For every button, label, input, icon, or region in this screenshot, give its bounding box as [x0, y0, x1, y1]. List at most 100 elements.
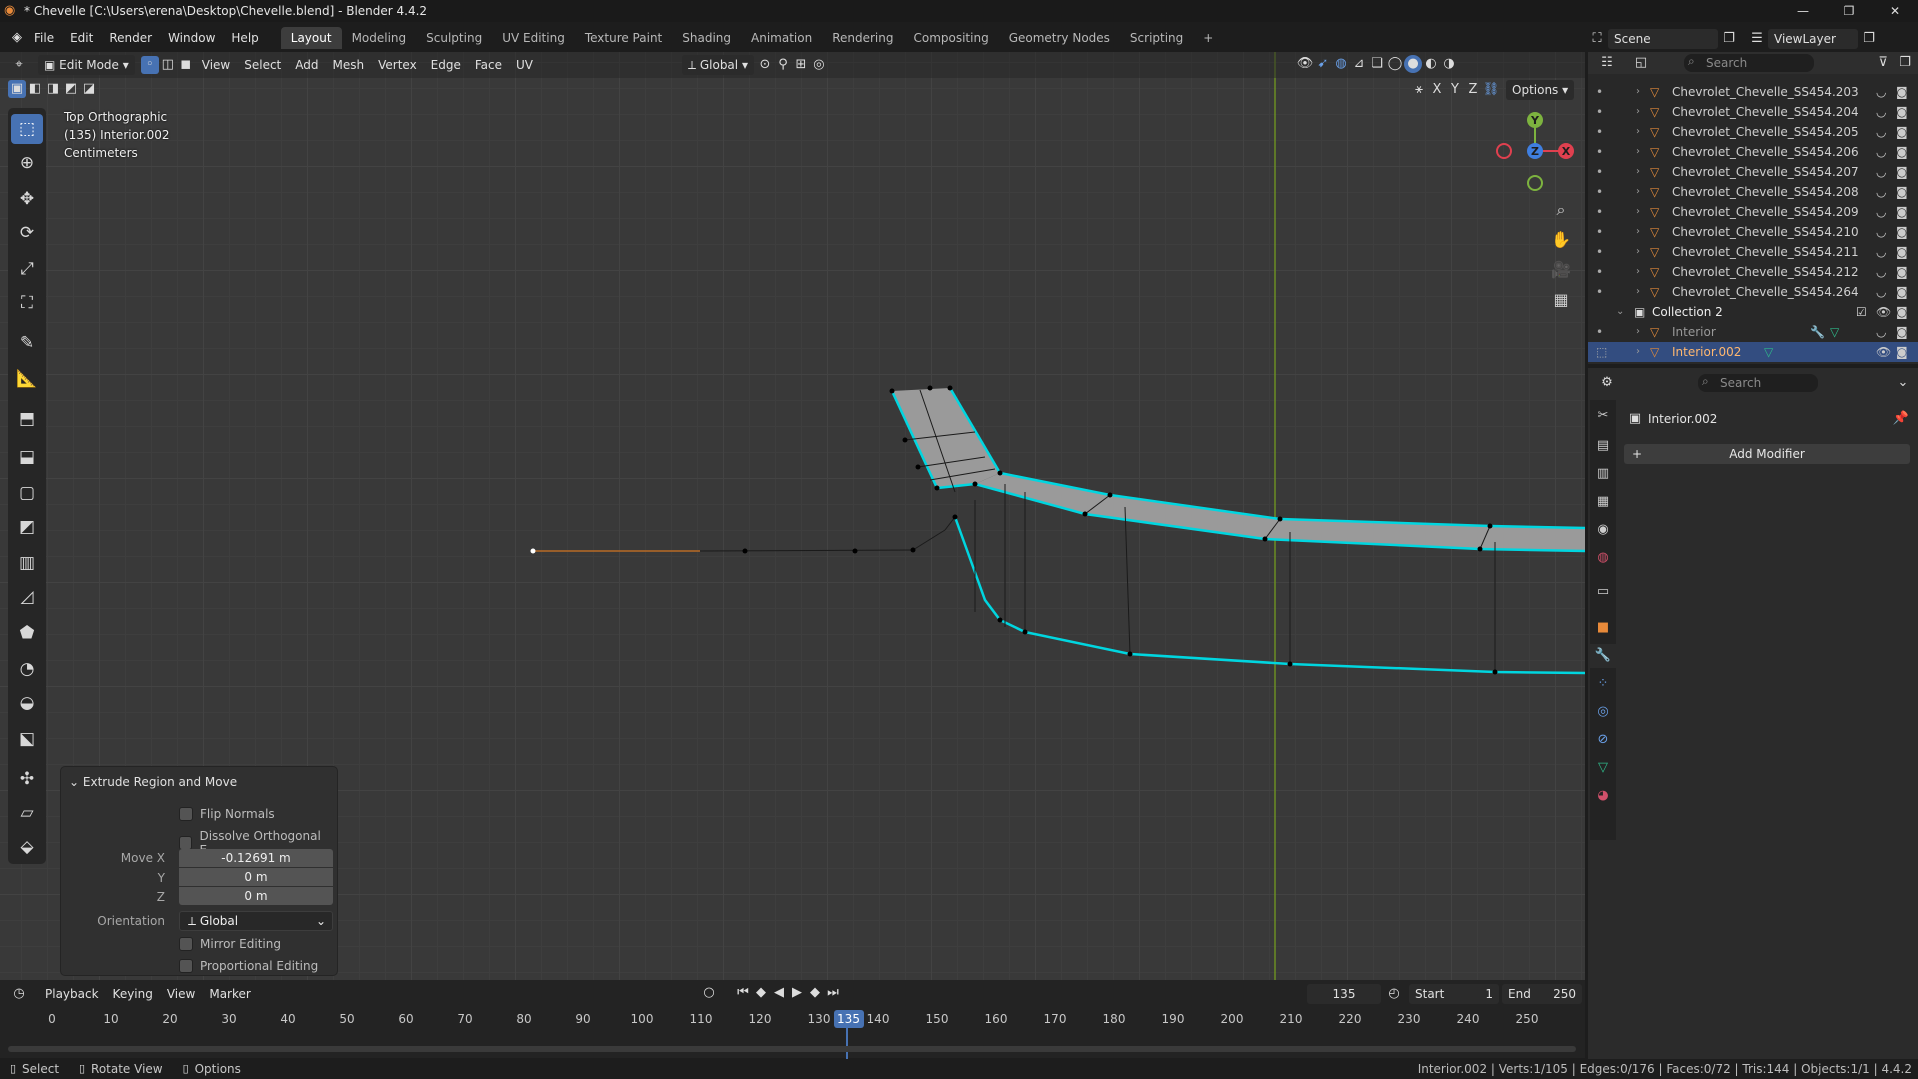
eye-icon[interactable]: ◡ — [1876, 322, 1886, 342]
select-extend-icon[interactable]: ◧ — [26, 80, 44, 98]
eye-icon[interactable]: ◡ — [1876, 222, 1886, 242]
outliner-item[interactable]: • › ▽ Chevrolet_Chevelle_SS454.206 ◡ ◙ — [1588, 142, 1918, 162]
snap-target-icon[interactable]: ⊞ — [792, 56, 810, 74]
workspace-tab-geometry-nodes[interactable]: Geometry Nodes — [999, 27, 1120, 49]
edge-slide-tool-icon[interactable]: ⬕ — [11, 724, 43, 754]
rotate-tool-icon[interactable]: ⟳ — [11, 218, 43, 248]
menu-help[interactable]: Help — [223, 27, 266, 49]
eye-icon[interactable]: ◡ — [1876, 162, 1886, 182]
move-z-field[interactable]: 0 m — [179, 887, 333, 905]
editor-type-icon[interactable]: ⌖ — [10, 56, 28, 74]
outliner-item[interactable]: • › ▽ Chevrolet_Chevelle_SS454.205 ◡ ◙ — [1588, 122, 1918, 142]
outliner-item[interactable]: • › ▽ Chevrolet_Chevelle_SS454.212 ◡ ◙ — [1588, 262, 1918, 282]
camera-view-icon[interactable]: 🎥 — [1546, 255, 1576, 285]
timeline-menu-marker[interactable]: Marker — [202, 984, 257, 1004]
viewport-menu-select[interactable]: Select — [237, 55, 288, 75]
add-cube-tool-icon[interactable]: ⬒ — [11, 404, 43, 434]
collection-tab-icon[interactable]: ▭ — [1590, 580, 1616, 604]
new-view-layer-icon[interactable]: ❐ — [1860, 30, 1878, 48]
playhead-line[interactable] — [846, 1026, 848, 1060]
transform-orientation-selector[interactable]: ⟂ Global ▾ — [682, 55, 754, 75]
eye-icon[interactable]: ◡ — [1876, 282, 1886, 302]
physics-tab-icon[interactable]: ◎ — [1590, 700, 1616, 724]
record-icon[interactable]: ○ — [700, 984, 718, 1002]
snap-icon[interactable]: ⚲ — [774, 56, 792, 74]
wireframe-shading-icon[interactable]: ◯ — [1386, 55, 1404, 73]
view-layer-selector[interactable]: ViewLayer — [1768, 29, 1858, 49]
overlay-toggle-icon[interactable]: ◍ — [1332, 55, 1350, 73]
camera-icon[interactable]: ◙ — [1896, 182, 1908, 202]
inset-tool-icon[interactable]: ▢ — [11, 478, 43, 508]
workspace-tab-rendering[interactable]: Rendering — [822, 27, 903, 49]
current-frame-field[interactable]: 135 — [1307, 984, 1381, 1004]
mesh-overlay-icon[interactable]: ⊿ — [1350, 55, 1368, 73]
outliner-item[interactable]: • › ▽ Interior 🔧 ▽ ◡ ◙ — [1588, 322, 1918, 342]
outliner-item[interactable]: • › ▽ Chevrolet_Chevelle_SS454.210 ◡ ◙ — [1588, 222, 1918, 242]
xray-icon[interactable]: ❏ — [1368, 55, 1386, 73]
move-y-field[interactable]: 0 m — [179, 868, 333, 886]
knife-tool-icon[interactable]: ◿ — [11, 582, 43, 612]
measure-tool-icon[interactable]: 📐 — [11, 364, 43, 394]
cursor-tool-icon[interactable]: ⊕ — [11, 148, 43, 178]
workspace-tab-animation[interactable]: Animation — [741, 27, 822, 49]
axis-x-toggle[interactable]: X — [1428, 81, 1446, 99]
scene-tab-icon[interactable]: ◉ — [1590, 518, 1616, 542]
bevel-tool-icon[interactable]: ◩ — [11, 512, 43, 542]
play-icon[interactable]: ▶ — [788, 984, 806, 1002]
scene-selector[interactable]: Scene — [1608, 29, 1718, 49]
ortho-toggle-icon[interactable]: ▦ — [1546, 285, 1576, 315]
camera-icon[interactable]: ◙ — [1896, 122, 1908, 142]
poly-build-tool-icon[interactable]: ⬟ — [11, 618, 43, 648]
shear-tool-icon[interactable]: ▱ — [11, 798, 43, 828]
menu-file[interactable]: File — [26, 27, 62, 49]
outliner-editor-type-icon[interactable]: ☷ — [1598, 54, 1616, 72]
workspace-tab-compositing[interactable]: Compositing — [903, 27, 998, 49]
mode-selector[interactable]: ▣ Edit Mode ▾ — [38, 55, 135, 75]
select-intersect-icon[interactable]: ◪ — [80, 80, 98, 98]
output-tab-icon[interactable]: ▥ — [1590, 462, 1616, 486]
camera-icon[interactable]: ◙ — [1896, 302, 1908, 322]
outliner-item[interactable]: • › ▽ Chevrolet_Chevelle_SS454.208 ◡ ◙ — [1588, 182, 1918, 202]
timeline-menu-view[interactable]: View — [160, 984, 202, 1004]
new-scene-icon[interactable]: ❐ — [1720, 30, 1738, 48]
filter-icon[interactable]: ⊽ — [1874, 54, 1892, 72]
menu-edit[interactable]: Edit — [62, 27, 101, 49]
eye-icon[interactable]: ◡ — [1876, 262, 1886, 282]
move-tool-icon[interactable]: ✥ — [11, 184, 43, 214]
pan-hand-icon[interactable]: ✋ — [1546, 225, 1576, 255]
select-new-icon[interactable]: ▣ — [8, 80, 26, 98]
world-tab-icon[interactable]: ◍ — [1590, 546, 1616, 570]
close-button[interactable]: ✕ — [1872, 0, 1918, 22]
modifier-tab-icon[interactable]: 🔧 — [1590, 644, 1616, 668]
prev-keyframe-icon[interactable]: ◆ — [752, 984, 770, 1002]
camera-icon[interactable]: ◙ — [1896, 202, 1908, 222]
outliner-collection[interactable]: ⌄ ▣ Collection 2 ☑ 👁 ◙ — [1588, 302, 1918, 322]
smooth-tool-icon[interactable]: ◒ — [11, 688, 43, 718]
jump-start-icon[interactable]: ⏮ — [734, 984, 752, 1002]
extrude-tool-icon[interactable]: ⬓ — [11, 442, 43, 472]
next-keyframe-icon[interactable]: ◆ — [806, 984, 824, 1002]
rip-tool-icon[interactable]: ⬙ — [11, 832, 43, 862]
start-frame-field[interactable]: Start 1 — [1409, 984, 1499, 1004]
viewport-menu-face[interactable]: Face — [468, 55, 509, 75]
constraints-tab-icon[interactable]: ⊘ — [1590, 728, 1616, 752]
workspace-tab-uv-editing[interactable]: UV Editing — [492, 27, 575, 49]
proportional-editing-icon[interactable]: ◎ — [810, 56, 828, 74]
loop-cut-tool-icon[interactable]: ▥ — [11, 548, 43, 578]
current-frame-indicator[interactable]: 135 — [833, 1010, 864, 1028]
render-tab-icon[interactable]: ▤ — [1590, 434, 1616, 458]
particles-tab-icon[interactable]: ⁘ — [1590, 672, 1616, 696]
proportional-editing-checkbox[interactable]: Proportional Editing — [179, 959, 318, 973]
eye-icon[interactable]: ◡ — [1876, 182, 1886, 202]
select-subtract-icon[interactable]: ◨ — [44, 80, 62, 98]
timeline-menu-keying[interactable]: Keying — [106, 984, 160, 1004]
vertex-select-mode-icon[interactable]: ◦ — [140, 56, 159, 74]
spin-tool-icon[interactable]: ◔ — [11, 654, 43, 684]
maximize-button[interactable]: ❐ — [1826, 0, 1872, 22]
auto-merge-icon[interactable]: ⛓ — [1482, 81, 1500, 99]
properties-search-input[interactable]: Search — [1698, 374, 1818, 392]
orientation-dropdown[interactable]: ⟂ Global ⌄ — [179, 911, 333, 931]
eye-icon[interactable]: 👁 — [1876, 342, 1891, 362]
camera-icon[interactable]: ◙ — [1896, 102, 1908, 122]
outliner-item[interactable]: • › ▽ Chevrolet_Chevelle_SS454.207 ◡ ◙ — [1588, 162, 1918, 182]
